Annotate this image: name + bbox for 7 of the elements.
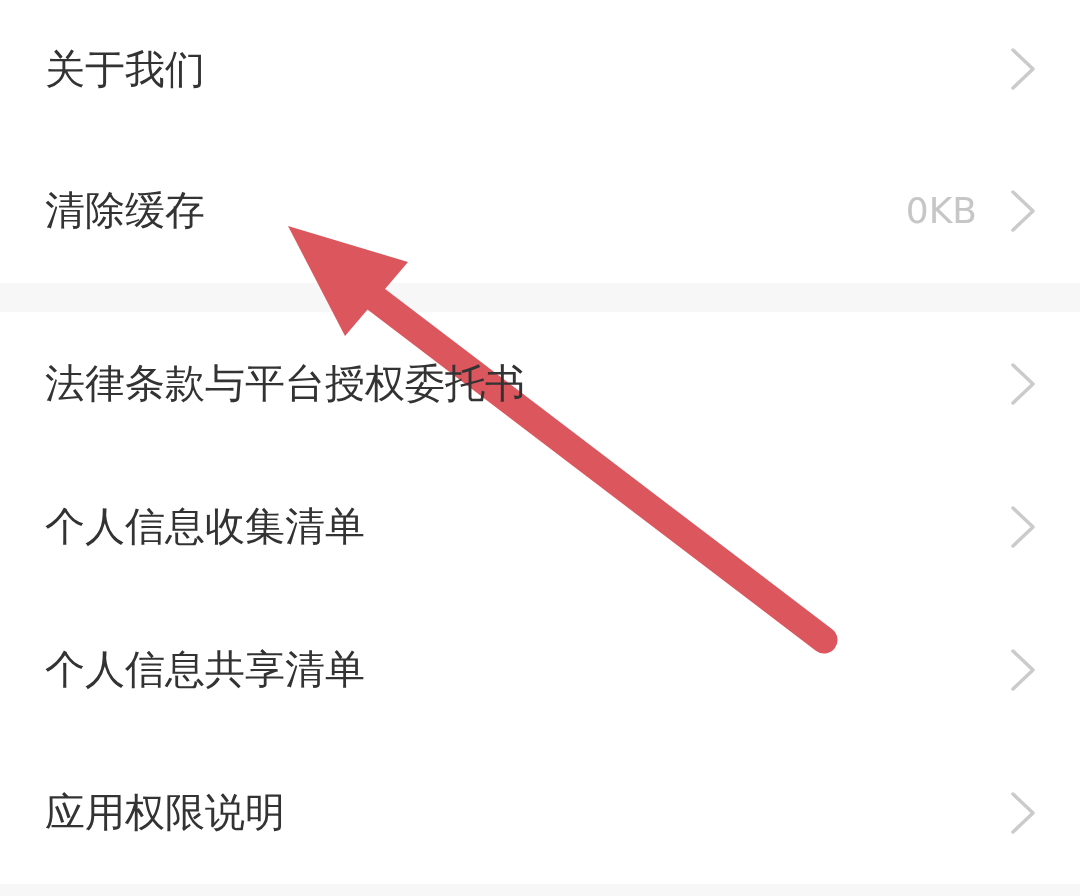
chevron-right-icon [1011, 505, 1035, 548]
chevron-right-icon [1011, 791, 1035, 834]
chevron-right-icon [1011, 648, 1035, 691]
chevron-right-icon [1011, 48, 1035, 90]
cache-size-value: 0KB [905, 190, 977, 231]
chevron-right-icon [1011, 362, 1035, 405]
chevron-right-icon [1011, 189, 1035, 232]
